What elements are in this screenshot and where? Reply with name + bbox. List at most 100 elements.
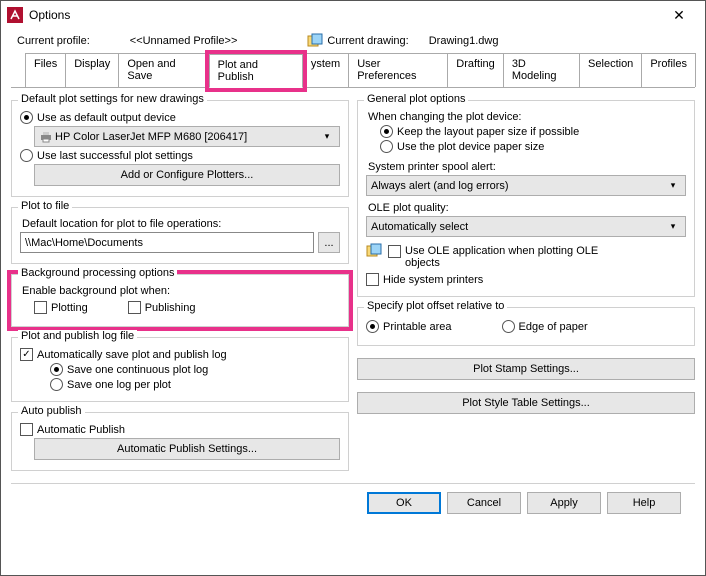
plot-file-label: Default location for plot to file operat… <box>22 218 340 230</box>
apply-button[interactable]: Apply <box>527 492 601 514</box>
checkbox-hide-printers-label: Hide system printers <box>383 274 483 286</box>
right-column: General plot options When changing the p… <box>357 94 695 471</box>
group-plot-publish-log: Plot and publish log file Automatically … <box>11 337 349 402</box>
close-button[interactable]: ✕ <box>659 7 699 24</box>
radio-default-output-row[interactable]: Use as default output device <box>20 111 340 124</box>
checkbox-plotting-label: Plotting <box>51 302 88 314</box>
ole-quality-dropdown[interactable]: Automatically select ▾ <box>366 216 686 237</box>
plot-file-path-input[interactable] <box>20 232 314 253</box>
radio-edge-of-paper[interactable]: Edge of paper <box>502 320 588 333</box>
cancel-button[interactable]: Cancel <box>447 492 521 514</box>
help-button[interactable]: Help <box>607 492 681 514</box>
spool-label: System printer spool alert: <box>368 161 686 173</box>
radio-keep-layout-label: Keep the layout paper size if possible <box>397 126 579 138</box>
current-drawing-value: Drawing1.dwg <box>429 35 499 47</box>
group-general-plot: General plot options When changing the p… <box>357 100 695 297</box>
radio-icon <box>502 320 515 333</box>
tab-display[interactable]: Display <box>65 53 119 87</box>
spool-dropdown[interactable]: Always alert (and log errors) ▾ <box>366 175 686 196</box>
group-plot-offset: Specify plot offset relative to Printabl… <box>357 307 695 346</box>
group-title-default-plot: Default plot settings for new drawings <box>18 93 207 105</box>
change-device-label: When changing the plot device: <box>368 111 686 123</box>
browse-button[interactable]: ... <box>318 232 340 253</box>
radio-icon <box>380 140 393 153</box>
group-title-background: Background processing options <box>18 267 177 279</box>
bg-enable-label: Enable background plot when: <box>22 285 340 297</box>
content-area: Default plot settings for new drawings U… <box>1 88 705 477</box>
drawing-icon <box>307 33 323 49</box>
checkbox-auto-publish[interactable]: Automatic Publish <box>20 423 340 436</box>
checkbox-icon <box>388 245 401 258</box>
spool-value: Always alert (and log errors) <box>371 180 665 192</box>
checkbox-hide-printers[interactable]: Hide system printers <box>366 273 686 286</box>
current-drawing-label: Current drawing: <box>327 35 408 47</box>
tab-drafting[interactable]: Drafting <box>447 53 504 87</box>
checkbox-publishing-label: Publishing <box>145 302 196 314</box>
ok-button[interactable]: OK <box>367 492 441 514</box>
radio-printable-area[interactable]: Printable area <box>366 320 452 333</box>
radio-icon <box>20 111 33 124</box>
checkbox-icon <box>128 301 141 314</box>
printer-icon <box>39 130 53 144</box>
checkbox-auto-publish-label: Automatic Publish <box>37 424 125 436</box>
radio-icon <box>20 149 33 162</box>
tab-3d-modeling[interactable]: 3D Modeling <box>503 53 580 87</box>
radio-last-plot-row[interactable]: Use last successful plot settings <box>20 149 340 162</box>
plot-stamp-settings-button[interactable]: Plot Stamp Settings... <box>357 358 695 380</box>
checkbox-ole-app[interactable]: Use OLE application when plotting OLE ob… <box>388 245 625 269</box>
radio-use-device[interactable]: Use the plot device paper size <box>366 140 686 153</box>
ole-quality-value: Automatically select <box>371 221 665 233</box>
checkbox-icon <box>366 273 379 286</box>
chevron-down-icon: ▾ <box>665 180 681 191</box>
auto-publish-settings-button[interactable]: Automatic Publish Settings... <box>34 438 340 460</box>
group-title-auto-publish: Auto publish <box>18 405 85 417</box>
tab-files[interactable]: Files <box>25 53 66 87</box>
tab-open-and-save[interactable]: Open and Save <box>118 53 209 87</box>
group-plot-to-file: Plot to file Default location for plot t… <box>11 207 349 264</box>
current-profile-value: <<Unnamed Profile>> <box>130 35 238 47</box>
radio-default-output-label: Use as default output device <box>37 112 176 124</box>
checkbox-publishing[interactable]: Publishing <box>128 301 196 314</box>
tab-strip: Files Display Open and Save Plot and Pub… <box>11 53 695 88</box>
tab-selection[interactable]: Selection <box>579 53 642 87</box>
checkbox-plotting[interactable]: Plotting <box>34 301 88 314</box>
tab-system[interactable]: ystem <box>302 53 349 87</box>
titlebar: Options ✕ <box>1 1 705 29</box>
radio-edge-label: Edge of paper <box>519 321 588 333</box>
checkbox-icon <box>20 423 33 436</box>
checkbox-icon <box>20 348 33 361</box>
radio-icon <box>366 320 379 333</box>
checkbox-icon <box>34 301 47 314</box>
printer-value: HP Color LaserJet MFP M680 [206417] <box>55 131 319 143</box>
left-column: Default plot settings for new drawings U… <box>11 94 349 471</box>
radio-keep-layout[interactable]: Keep the layout paper size if possible <box>366 125 686 138</box>
tab-user-preferences[interactable]: User Preferences <box>348 53 448 87</box>
group-title-logfile: Plot and publish log file <box>18 330 137 342</box>
drawing-icon <box>366 243 382 259</box>
group-auto-publish: Auto publish Automatic Publish Automatic… <box>11 412 349 471</box>
checkbox-ole-app-label: Use OLE application when plotting OLE ob… <box>405 245 625 269</box>
group-title-plot-offset: Specify plot offset relative to <box>364 300 507 312</box>
checkbox-auto-save-label: Automatically save plot and publish log <box>37 349 227 361</box>
radio-use-device-label: Use the plot device paper size <box>397 141 544 153</box>
plot-style-table-settings-button[interactable]: Plot Style Table Settings... <box>357 392 695 414</box>
tab-profiles[interactable]: Profiles <box>641 53 696 87</box>
printer-dropdown[interactable]: HP Color LaserJet MFP M680 [206417] ▾ <box>34 126 340 147</box>
chevron-down-icon: ▾ <box>319 131 335 142</box>
checkbox-auto-save-log[interactable]: Automatically save plot and publish log <box>20 348 340 361</box>
current-profile-label: Current profile: <box>17 35 90 47</box>
radio-continuous-log[interactable]: Save one continuous plot log <box>20 363 340 376</box>
tab-plot-and-publish[interactable]: Plot and Publish <box>209 54 303 88</box>
dialog-button-row: OK Cancel Apply Help <box>11 483 695 514</box>
group-background-processing: Background processing options Enable bac… <box>11 274 349 327</box>
radio-continuous-label: Save one continuous plot log <box>67 364 208 376</box>
group-default-plot: Default plot settings for new drawings U… <box>11 100 349 197</box>
group-title-plot-to-file: Plot to file <box>18 200 72 212</box>
radio-per-plot-log[interactable]: Save one log per plot <box>20 378 340 391</box>
ole-quality-label: OLE plot quality: <box>368 202 686 214</box>
app-icon <box>7 7 23 23</box>
chevron-down-icon: ▾ <box>665 221 681 232</box>
configure-plotters-button[interactable]: Add or Configure Plotters... <box>34 164 340 186</box>
group-title-general: General plot options <box>364 93 468 105</box>
radio-printable-label: Printable area <box>383 321 452 333</box>
